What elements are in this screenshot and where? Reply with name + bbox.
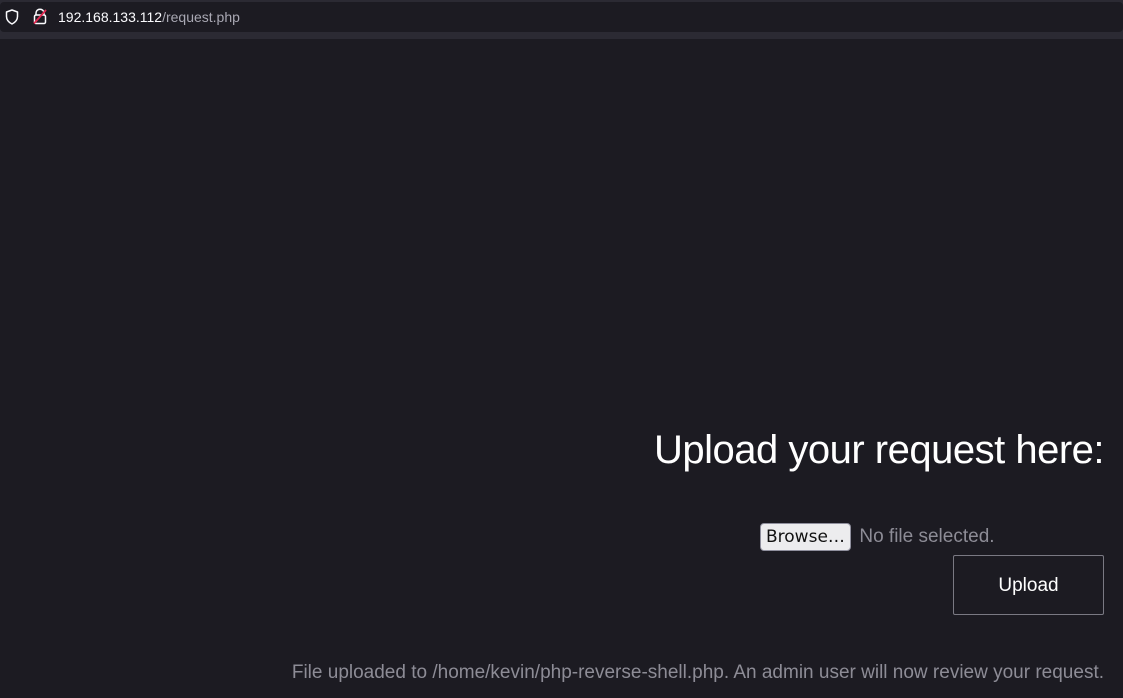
upload-status-message: File uploaded to /home/kevin/php-reverse… [291,662,1104,683]
page-heading: Upload your request here: [654,428,1105,472]
url-host: 192.168.133.112 [58,9,163,25]
url-path: /request.php [162,9,240,25]
shield-icon[interactable] [5,9,19,25]
file-input[interactable]: Browse… No file selected. [760,523,995,553]
upload-button[interactable]: Upload [953,555,1104,615]
page-content: Upload your request here: Browse… No fil… [0,39,1123,698]
address-bar[interactable]: 192.168.133.112/request.php [0,0,1123,34]
browse-button[interactable]: Browse… [760,523,851,551]
file-status-text: No file selected. [859,526,995,547]
lock-warning-icon[interactable] [32,8,48,25]
url-text[interactable]: 192.168.133.112/request.php [58,9,240,26]
